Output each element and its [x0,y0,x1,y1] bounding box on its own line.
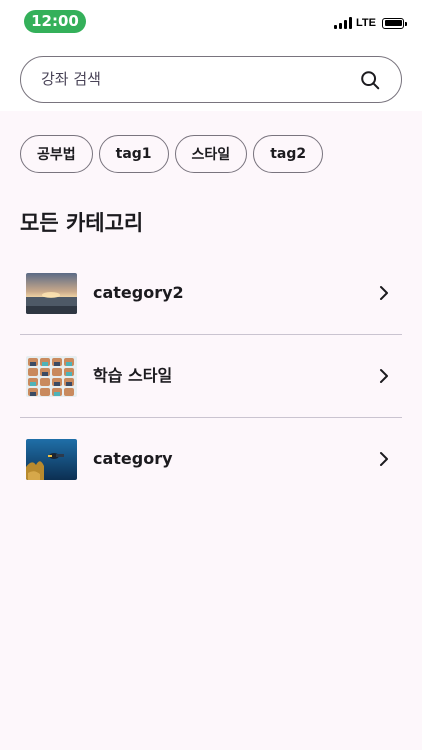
search-input[interactable] [41,57,341,101]
chevron-right-icon [380,369,388,383]
chevron-right-icon [380,452,388,466]
status-indicators: LTE [334,16,407,30]
character-grid-thumbnail [26,356,77,397]
tag-chip-style[interactable]: 스타일 [174,135,248,173]
signal-icon [334,17,353,29]
tag-chip-study-method[interactable]: 공부법 [20,135,93,173]
category-item-category2[interactable]: category2 [20,252,402,335]
status-time: 12:00 [24,10,86,33]
tag-chip-tag2[interactable]: tag2 [253,135,324,173]
category-list: category2 학습 스타일 category [20,252,402,501]
sunset-beach-thumbnail [26,273,77,314]
section-title: 모든 카테고리 [20,211,144,235]
category-label: 학습 스타일 [93,366,173,385]
app-header: 12:00 LTE [0,0,422,111]
search-icon[interactable] [359,69,381,91]
tag-chip-tag1[interactable]: tag1 [98,135,169,173]
category-label: category2 [93,283,184,302]
battery-icon [382,17,407,29]
chevron-right-icon [380,286,388,300]
tag-chip-row: 공부법 tag1 스타일 tag2 [20,135,324,173]
category-item-category[interactable]: category [20,418,402,501]
search-bar[interactable] [20,56,402,103]
category-item-learning-style[interactable]: 학습 스타일 [20,335,402,418]
network-label: LTE [356,17,376,29]
status-bar: 12:00 LTE [0,0,422,44]
scuba-diver-thumbnail [26,439,77,480]
category-label: category [93,449,173,468]
